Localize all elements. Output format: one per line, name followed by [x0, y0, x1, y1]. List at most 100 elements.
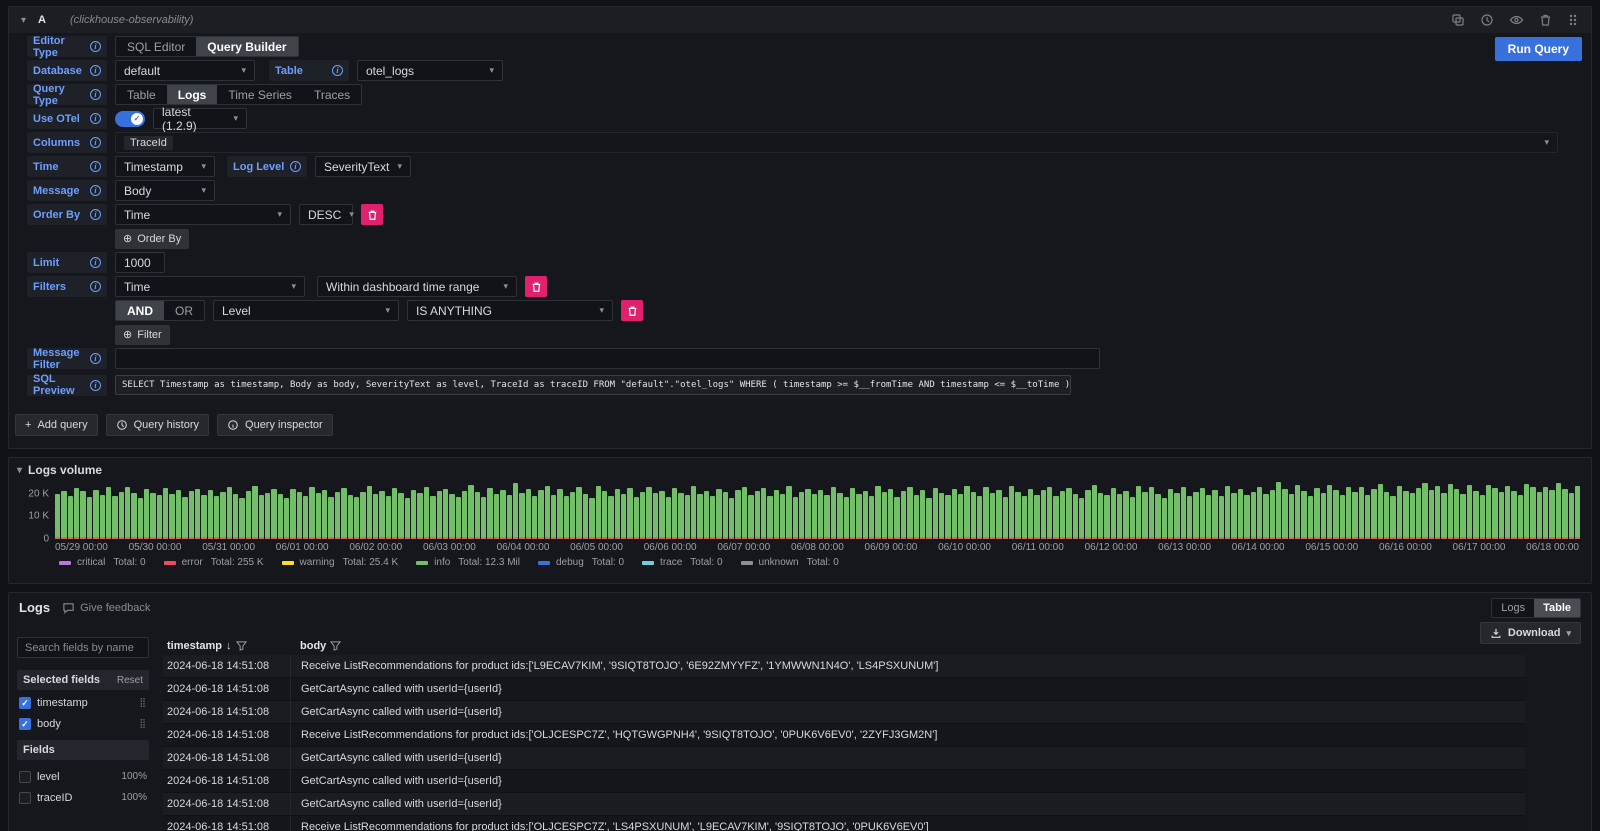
run-query-button[interactable]: Run Query: [1495, 37, 1582, 61]
volume-bar: [1416, 488, 1421, 539]
query-inspector-button[interactable]: Query inspector: [217, 414, 333, 436]
legend-item-warning[interactable]: warningTotal: 25.4 K: [282, 557, 399, 568]
filter2-field-select[interactable]: Level▾: [213, 300, 399, 321]
filter-operator-select[interactable]: Within dashboard time range▾: [317, 276, 517, 297]
query-row-header[interactable]: ▾ A (clickhouse-observability): [9, 7, 1591, 33]
volume-bar: [1448, 484, 1453, 539]
and-option[interactable]: AND: [116, 301, 164, 320]
x-axis-label: 06/07 00:00: [717, 542, 770, 553]
drag-handle-icon[interactable]: ⣿: [139, 697, 147, 708]
view-option-logs[interactable]: Logs: [1492, 599, 1534, 617]
tab-table[interactable]: Table: [116, 85, 167, 104]
give-feedback-link[interactable]: Give feedback: [62, 602, 150, 614]
tab-time-series[interactable]: Time Series: [217, 85, 303, 104]
legend-item-debug[interactable]: debugTotal: 0: [538, 557, 624, 568]
search-fields-input[interactable]: [17, 637, 149, 658]
tab-query-builder[interactable]: Query Builder: [196, 37, 297, 56]
table-row[interactable]: 2024-06-18 14:51:08GetCartAsync called w…: [163, 747, 1525, 770]
body-column-header[interactable]: body: [290, 640, 1525, 652]
query-history-icon[interactable]: [1480, 13, 1494, 27]
collapse-chevron-icon[interactable]: ▾: [21, 15, 26, 26]
limit-input[interactable]: [115, 252, 165, 273]
volume-bar: [1511, 491, 1516, 539]
column-chip-traceid[interactable]: TraceId: [124, 136, 173, 150]
table-row[interactable]: 2024-06-18 14:51:08GetCartAsync called w…: [163, 793, 1525, 816]
checkbox-checked-icon[interactable]: ✓: [19, 697, 31, 709]
query-history-button[interactable]: Query history: [106, 414, 209, 436]
legend-item-error[interactable]: errorTotal: 255 K: [164, 557, 264, 568]
info-icon[interactable]: i: [90, 137, 101, 148]
or-option[interactable]: OR: [164, 301, 204, 320]
table-row[interactable]: 2024-06-18 14:51:08GetCartAsync called w…: [163, 678, 1525, 701]
log-level-select[interactable]: SeverityText▾: [315, 156, 411, 177]
info-icon[interactable]: i: [332, 65, 343, 76]
time-column-select[interactable]: Timestamp▾: [115, 156, 215, 177]
table-row[interactable]: 2024-06-18 14:51:08Receive ListRecommend…: [163, 724, 1525, 747]
field-level[interactable]: level 100%: [17, 768, 149, 785]
table-row[interactable]: 2024-06-18 14:51:08GetCartAsync called w…: [163, 770, 1525, 793]
columns-multiselect[interactable]: TraceId▾: [115, 132, 1558, 153]
volume-bar: [1518, 495, 1523, 539]
filter-field-select[interactable]: Time▾: [115, 276, 305, 297]
duplicate-query-icon[interactable]: [1451, 13, 1465, 27]
remove-order-by-button[interactable]: [361, 204, 383, 225]
checkbox-unchecked-icon[interactable]: [19, 771, 31, 783]
info-icon[interactable]: i: [90, 89, 101, 100]
use-otel-toggle[interactable]: ✓: [115, 111, 145, 127]
field-traceid[interactable]: traceID 100%: [17, 789, 149, 806]
otel-version-select[interactable]: latest (1.2.9)▾: [153, 108, 247, 129]
timestamp-column-header[interactable]: timestamp ↓: [163, 640, 290, 652]
info-icon[interactable]: i: [90, 353, 101, 364]
info-icon[interactable]: i: [90, 161, 101, 172]
delete-query-trash-icon[interactable]: [1539, 13, 1552, 27]
legend-item-info[interactable]: infoTotal: 12.3 Mil: [416, 557, 520, 568]
message-filter-input[interactable]: [115, 348, 1100, 369]
database-select[interactable]: default▾: [115, 60, 255, 81]
drag-handle-icon[interactable]: ⣿: [139, 718, 147, 729]
logs-volume-bars[interactable]: [55, 481, 1579, 539]
info-icon[interactable]: i: [90, 113, 101, 124]
tab-logs[interactable]: Logs: [167, 85, 218, 104]
info-icon[interactable]: i: [90, 257, 101, 268]
tab-traces[interactable]: Traces: [303, 85, 361, 104]
sort-desc-icon[interactable]: ↓: [226, 640, 232, 652]
reset-fields-button[interactable]: Reset: [117, 675, 143, 686]
order-by-field-select[interactable]: Time▾: [115, 204, 291, 225]
filter-funnel-icon[interactable]: [236, 641, 247, 651]
info-icon[interactable]: i: [90, 41, 101, 52]
info-icon[interactable]: i: [90, 281, 101, 292]
volume-bar: [1244, 495, 1249, 539]
download-button[interactable]: Download ▾: [1480, 622, 1581, 644]
remove-filter-button[interactable]: [525, 276, 547, 297]
selected-field-timestamp[interactable]: ✓ timestamp ⣿: [17, 694, 149, 711]
filter-funnel-icon[interactable]: [330, 641, 341, 651]
info-icon[interactable]: i: [90, 380, 101, 391]
message-column-select[interactable]: Body▾: [115, 180, 215, 201]
view-option-table[interactable]: Table: [1534, 599, 1580, 617]
table-select[interactable]: otel_logs▾: [357, 60, 503, 81]
sql-preview-text[interactable]: SELECT Timestamp as timestamp, Body as b…: [115, 375, 1071, 395]
remove-filter2-button[interactable]: [621, 300, 643, 321]
selected-field-body[interactable]: ✓ body ⣿: [17, 715, 149, 732]
filter2-operator-select[interactable]: IS ANYTHING▾: [407, 300, 613, 321]
info-icon[interactable]: i: [90, 209, 101, 220]
add-filter-button[interactable]: ⊕Filter: [115, 325, 170, 345]
table-row[interactable]: 2024-06-18 14:51:08GetCartAsync called w…: [163, 701, 1525, 724]
checkbox-unchecked-icon[interactable]: [19, 792, 31, 804]
collapse-chevron-icon[interactable]: ▾: [17, 465, 22, 476]
checkbox-checked-icon[interactable]: ✓: [19, 718, 31, 730]
table-row[interactable]: 2024-06-18 14:51:08Receive ListRecommend…: [163, 655, 1525, 678]
info-icon[interactable]: i: [290, 161, 301, 172]
legend-item-trace[interactable]: traceTotal: 0: [642, 557, 722, 568]
hide-query-eye-icon[interactable]: [1509, 13, 1524, 27]
legend-item-unknown[interactable]: unknownTotal: 0: [741, 557, 839, 568]
table-row[interactable]: 2024-06-18 14:51:08Receive ListRecommend…: [163, 816, 1525, 831]
order-by-direction-select[interactable]: DESC▾: [299, 204, 353, 225]
add-query-button[interactable]: +Add query: [15, 414, 98, 436]
info-icon[interactable]: i: [90, 65, 101, 76]
legend-item-critical[interactable]: criticalTotal: 0: [59, 557, 146, 568]
tab-sql-editor[interactable]: SQL Editor: [116, 37, 196, 56]
add-order-by-button[interactable]: ⊕Order By: [115, 229, 189, 249]
info-icon[interactable]: i: [90, 185, 101, 196]
drag-handle-icon[interactable]: [1567, 13, 1579, 27]
